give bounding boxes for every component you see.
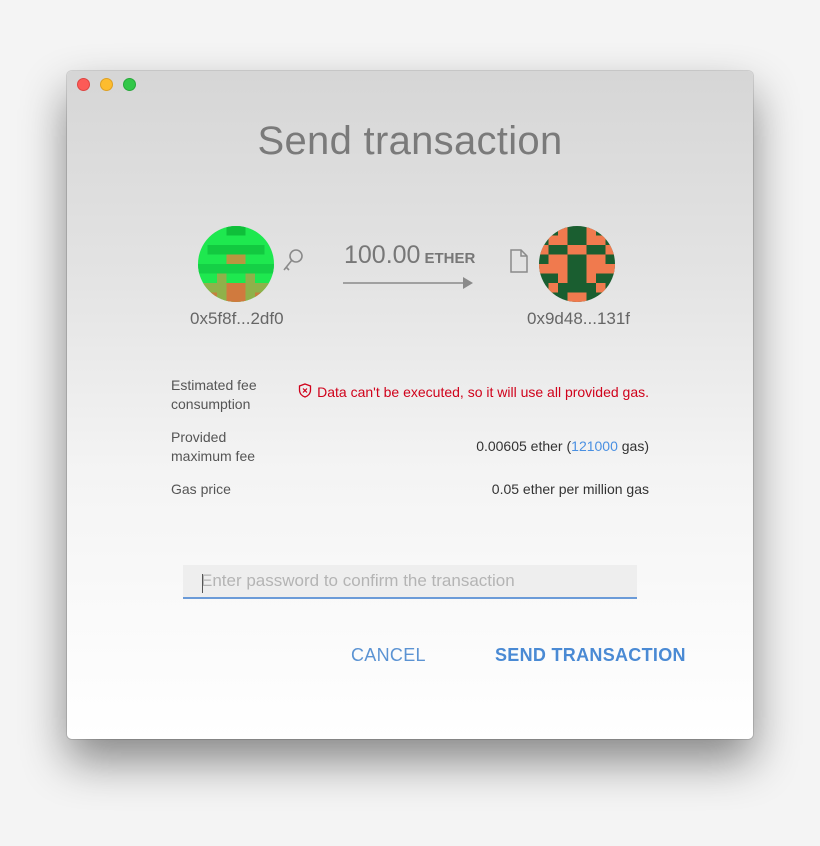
from-address: 0x5f8f...2df0: [190, 309, 284, 328]
page-title: Send transaction: [257, 119, 563, 163]
send-transaction-button[interactable]: SEND TRANSACTION: [495, 645, 686, 666]
password-input[interactable]: [183, 565, 637, 599]
minimize-window-button[interactable]: [100, 78, 113, 91]
gas-price-value: 0.05 ether per million gas: [491, 481, 649, 497]
cancel-button[interactable]: CANCEL: [351, 645, 426, 666]
text-cursor: [202, 574, 203, 593]
send-transaction-window: Send transaction 0x5f8f...2df0 100.00 ETH…: [67, 71, 753, 739]
transfer-arrow-icon: [343, 275, 473, 296]
key-icon: [281, 248, 305, 279]
amount-value: 100.00: [344, 241, 421, 269]
transfer-amount: 100.00 ETHER: [344, 241, 475, 270]
gas-price-label: Gas price: [171, 481, 231, 497]
shield-warning-icon: [298, 383, 312, 401]
maximize-window-button[interactable]: [123, 78, 136, 91]
max-fee-ether: 0.00605 ether (: [476, 438, 572, 454]
to-address: 0x9d48...131f: [527, 309, 631, 328]
max-fee-label: Provided maximum fee: [171, 429, 256, 464]
max-fee-suffix: gas): [617, 438, 649, 454]
from-account-avatar: [198, 226, 274, 302]
estimated-fee-label: Estimated fee consumption: [171, 377, 257, 412]
window-controls: [77, 78, 136, 91]
max-fee-value: 0.00605 ether (121000 gas): [476, 438, 649, 454]
to-account-avatar: [539, 226, 615, 302]
amount-unit: ETHER: [424, 250, 476, 267]
fee-warning: Data can't be executed, so it will use a…: [298, 383, 649, 401]
close-window-button[interactable]: [77, 78, 90, 91]
document-icon: [510, 249, 528, 278]
max-fee-gas: 121000: [571, 438, 618, 454]
fee-warning-text: Data can't be executed, so it will use a…: [317, 384, 649, 400]
